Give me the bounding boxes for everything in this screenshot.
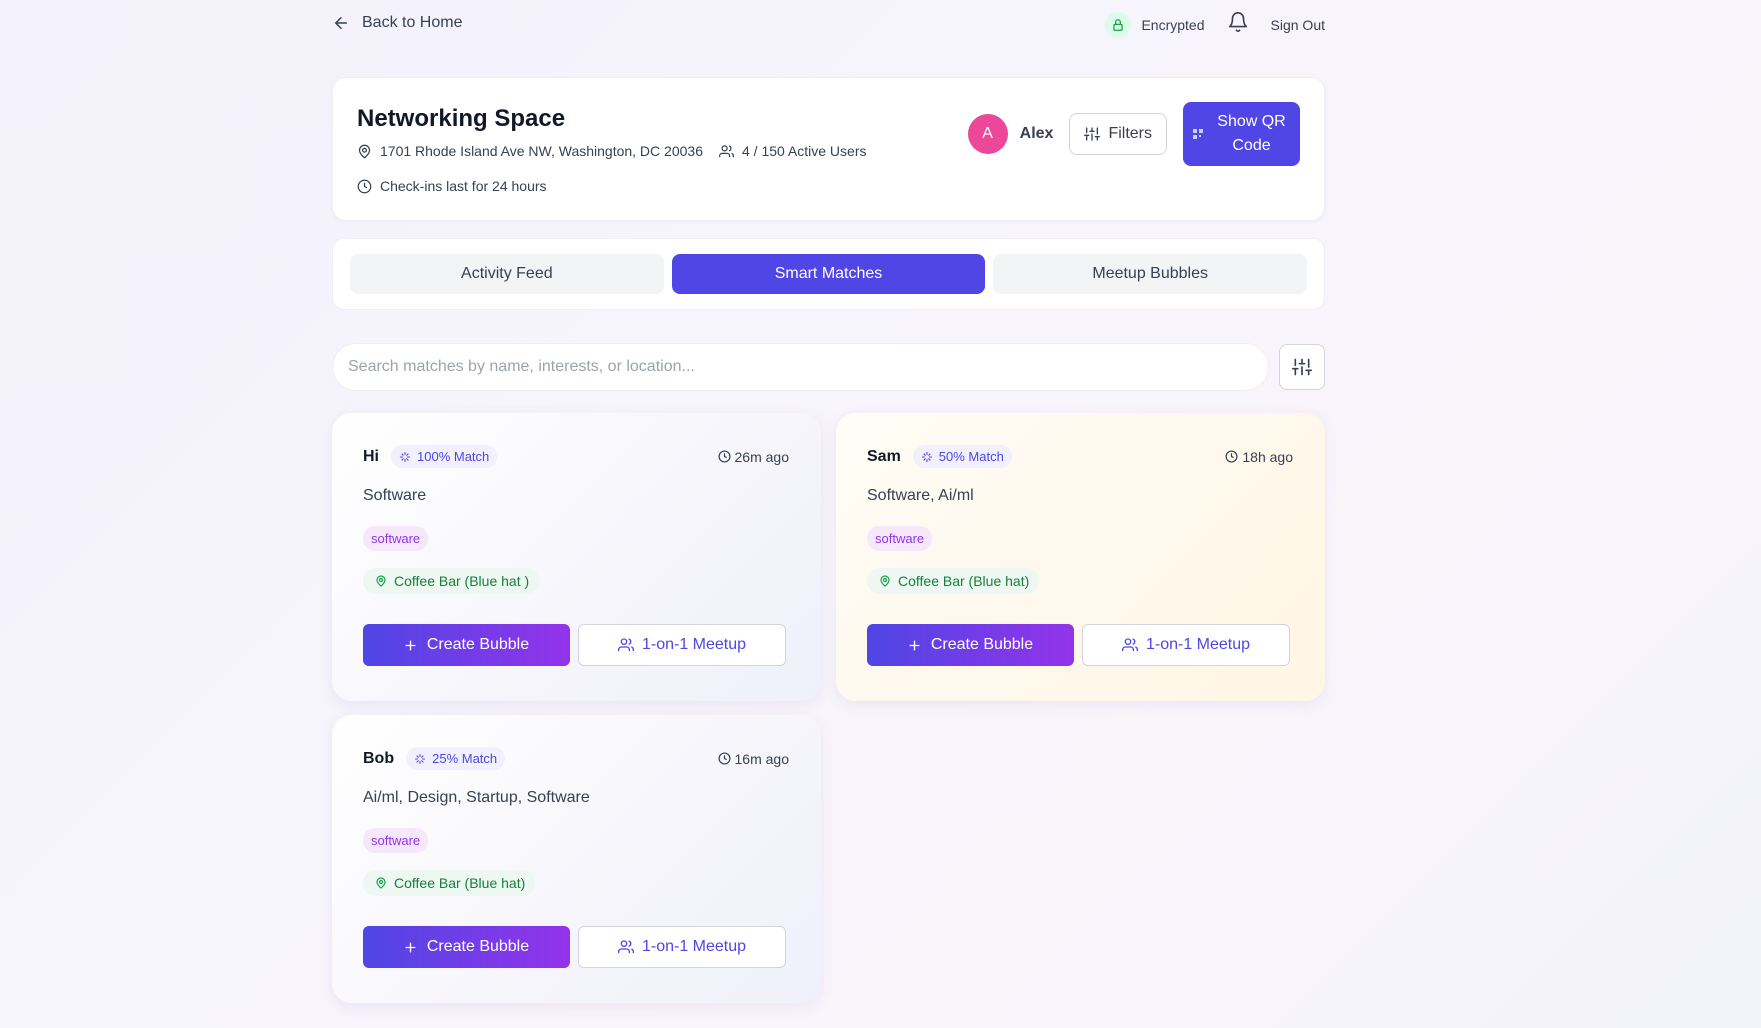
clock-icon	[718, 450, 731, 463]
one-on-one-meetup-button[interactable]: 1-on-1 Meetup	[1082, 624, 1290, 666]
match-card: Bob 25% Match 16m ago Ai/ml, Design, Sta…	[332, 715, 821, 1003]
location-text: Coffee Bar (Blue hat)	[898, 573, 1030, 589]
meetup-label: 1-on-1 Meetup	[641, 636, 747, 653]
encrypted-label: Encrypted	[1141, 16, 1205, 33]
plus-icon	[405, 639, 416, 651]
create-bubble-button[interactable]: Create Bubble	[867, 624, 1074, 666]
tab-smart-matches[interactable]: Smart Matches	[671, 254, 986, 294]
match-score: 100% Match	[417, 449, 490, 464]
clock-icon	[357, 179, 372, 193]
match-score-badge: 25% Match	[406, 747, 506, 770]
clock-icon	[1225, 450, 1238, 463]
create-bubble-label: Create Bubble	[426, 636, 530, 653]
create-bubble-label: Create Bubble	[930, 636, 1034, 653]
match-name: Hi	[363, 447, 379, 465]
users-icon	[718, 144, 734, 157]
space-meta: 1701 Rhode Island Ave NW, Washington, DC…	[357, 143, 867, 159]
location-badge: Coffee Bar (Blue hat)	[867, 568, 1040, 594]
match-name: Sam	[867, 447, 901, 465]
interest-tag: software	[363, 526, 429, 551]
match-interests: Software, Ai/ml	[867, 487, 974, 504]
search-input[interactable]	[332, 343, 1269, 391]
avatar[interactable]: A	[967, 114, 1008, 154]
map-pin-icon	[880, 575, 890, 587]
page-title: Networking Space	[357, 105, 566, 132]
arrow-left-icon	[335, 17, 347, 29]
search-filter-button[interactable]	[1279, 344, 1325, 390]
meetup-label: 1-on-1 Meetup	[1145, 636, 1251, 653]
filters-label: Filters	[1108, 125, 1152, 142]
clock-icon	[718, 752, 731, 765]
lock-icon	[1105, 11, 1132, 38]
meetup-label: 1-on-1 Meetup	[641, 938, 747, 955]
one-on-one-meetup-button[interactable]: 1-on-1 Meetup	[578, 624, 786, 666]
match-card: Sam 50% Match 18h ago Software, Ai/ml so…	[836, 413, 1325, 701]
match-score-badge: 50% Match	[912, 445, 1012, 468]
users-icon	[617, 638, 634, 651]
match-name: Bob	[363, 749, 395, 767]
location-text: Coffee Bar (Blue hat )	[394, 573, 530, 589]
sliders-icon	[1292, 358, 1312, 376]
match-card-header: Sam 50% Match 18h ago	[867, 445, 1293, 468]
location-text: Coffee Bar (Blue hat)	[394, 875, 526, 891]
user-name: Alex	[1019, 125, 1054, 142]
location-badge: Coffee Bar (Blue hat)	[363, 870, 536, 896]
match-score: 50% Match	[938, 449, 1004, 464]
one-on-one-meetup-button[interactable]: 1-on-1 Meetup	[578, 926, 786, 968]
qr-icon	[1193, 129, 1203, 139]
page-container: Back to Home Encrypted Sign Out Networki…	[332, 0, 1325, 1003]
encrypted-status: Encrypted	[1105, 11, 1205, 38]
users-icon	[617, 940, 634, 953]
match-interests: Software	[363, 487, 427, 504]
checkin-note: Check-ins last for 24 hours	[357, 178, 547, 194]
sparkles-icon	[399, 451, 411, 462]
bell-icon[interactable]	[1227, 11, 1249, 38]
space-address: 1701 Rhode Island Ave NW, Washington, DC…	[380, 143, 703, 159]
map-pin-icon	[376, 575, 386, 587]
match-score: 25% Match	[432, 751, 498, 766]
location-badge: Coffee Bar (Blue hat )	[363, 568, 540, 594]
top-bar: Back to Home Encrypted Sign Out	[332, 0, 1325, 50]
filters-button[interactable]: Filters	[1069, 113, 1167, 155]
plus-icon	[405, 941, 416, 953]
back-to-home-link[interactable]: Back to Home	[332, 14, 462, 32]
match-interests: Ai/ml, Design, Startup, Software	[363, 789, 590, 806]
match-time: 16m ago	[718, 751, 789, 767]
match-card: Hi 100% Match 26m ago Software software …	[332, 413, 821, 701]
back-label: Back to Home	[362, 14, 463, 31]
match-score-badge: 100% Match	[391, 445, 498, 468]
create-bubble-label: Create Bubble	[426, 938, 530, 955]
space-header-card: Networking Space 1701 Rhode Island Ave N…	[332, 77, 1325, 221]
qr-label: Show QR Code	[1217, 113, 1286, 154]
active-users-count: 4 / 150 Active Users	[741, 143, 867, 159]
tab-activity-feed[interactable]: Activity Feed	[350, 254, 664, 294]
show-qr-code-button[interactable]: Show QR Code	[1183, 102, 1300, 166]
match-time: 26m ago	[718, 449, 789, 465]
create-bubble-button[interactable]: Create Bubble	[363, 926, 570, 968]
create-bubble-button[interactable]: Create Bubble	[363, 624, 570, 666]
match-card-header: Hi 100% Match 26m ago	[363, 445, 789, 468]
match-time: 18h ago	[1225, 449, 1293, 465]
top-right-actions: Encrypted Sign Out	[1105, 11, 1325, 38]
map-pin-icon	[376, 877, 386, 889]
checkin-note-text: Check-ins last for 24 hours	[380, 178, 547, 194]
sign-out-button[interactable]: Sign Out	[1271, 17, 1325, 33]
view-tabs: Activity Feed Smart Matches Meetup Bubbl…	[332, 238, 1325, 310]
header-actions: A Alex Filters Show QR Code	[967, 102, 1300, 166]
interest-tag: software	[867, 526, 933, 551]
match-time-text: 26m ago	[734, 448, 789, 465]
interest-tag: software	[363, 828, 429, 853]
map-pin-icon	[358, 144, 371, 159]
users-icon	[1121, 638, 1138, 651]
match-card-header: Bob 25% Match 16m ago	[363, 747, 789, 770]
tab-meetup-bubbles[interactable]: Meetup Bubbles	[993, 254, 1308, 294]
sliders-icon	[1084, 127, 1101, 141]
match-time-text: 16m ago	[734, 750, 789, 767]
plus-icon	[909, 639, 920, 651]
match-time-text: 18h ago	[1242, 448, 1293, 465]
sparkles-icon	[921, 451, 932, 462]
sparkles-icon	[415, 753, 426, 764]
